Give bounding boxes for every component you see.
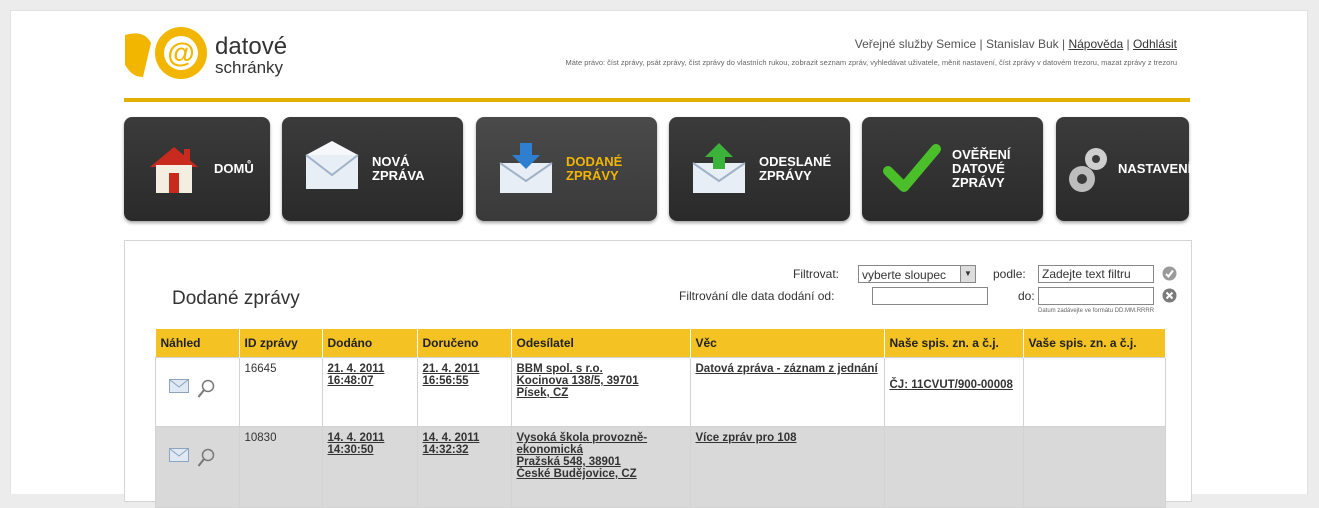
nav-inbox[interactable]: Dodané zprávy bbox=[476, 117, 657, 221]
envelope-icon[interactable] bbox=[169, 448, 189, 462]
to-label: do: bbox=[1018, 289, 1035, 303]
sender-name[interactable]: BBM spol. s r.o. bbox=[517, 363, 603, 375]
sender-city[interactable]: České Budějovice, CZ bbox=[517, 468, 637, 480]
clear-filter-icon[interactable] bbox=[1162, 288, 1177, 303]
col-id[interactable]: ID zprávy bbox=[239, 329, 323, 358]
delivered-time[interactable]: 14:30:50 bbox=[328, 444, 374, 456]
sender-city[interactable]: Písek, CZ bbox=[517, 387, 569, 399]
received-date[interactable]: 14. 4. 2011 bbox=[423, 432, 480, 444]
chevron-down-icon[interactable]: ▼ bbox=[960, 266, 975, 282]
table-row[interactable]: 16645 21. 4. 2011 16:48:07 21. 4. 2011 16:… bbox=[155, 357, 1166, 427]
your-ref-cell bbox=[1022, 426, 1166, 508]
magnifier-icon[interactable] bbox=[197, 379, 215, 399]
delivered-cell[interactable]: 21. 4. 2011 16:48:07 bbox=[321, 357, 418, 427]
sender-name[interactable]: Vysoká škola provozně-ekonomická bbox=[517, 432, 648, 456]
date-format-hint: Datum zadávejte ve formátu DD.MM.RRRR bbox=[1038, 308, 1155, 314]
inbox-panel: Dodané zprávy Filtrovat: vyberte sloupec… bbox=[124, 240, 1192, 508]
sender-address[interactable]: Kocinova 138/5, 39701 bbox=[517, 375, 639, 387]
at-logo-icon: @ bbox=[125, 27, 207, 79]
delivered-time[interactable]: 16:48:07 bbox=[328, 375, 374, 387]
col-preview[interactable]: Náhled bbox=[155, 329, 240, 358]
received-cell[interactable]: 14. 4. 2011 14:32:32 bbox=[416, 426, 512, 508]
received-date[interactable]: 21. 4. 2011 bbox=[423, 363, 480, 375]
sender-cell[interactable]: BBM spol. s r.o. Kocinova 138/5, 39701 Pís… bbox=[510, 357, 691, 427]
col-sender[interactable]: Odesílatel bbox=[511, 329, 691, 358]
filter-column-select[interactable]: vyberte sloupec ▼ bbox=[858, 265, 976, 283]
sender-address[interactable]: Pražská 548, 38901 bbox=[517, 456, 621, 468]
svg-text:@: @ bbox=[167, 37, 194, 68]
checkmark-icon bbox=[883, 144, 941, 192]
nav-verify[interactable]: Ověření datové zprávy bbox=[862, 117, 1043, 221]
received-time[interactable]: 16:56:55 bbox=[423, 375, 469, 387]
filter-text-placeholder: Zadejte text filtru bbox=[1042, 267, 1131, 281]
delivered-cell[interactable]: 14. 4. 2011 14:30:50 bbox=[321, 426, 418, 508]
nav-new-message[interactable]: Nová zpráva bbox=[282, 117, 463, 221]
filter-label: Filtrovat: bbox=[793, 267, 840, 281]
delivered-date[interactable]: 21. 4. 2011 bbox=[328, 363, 385, 375]
nav-settings[interactable]: Nastavení bbox=[1056, 117, 1192, 221]
org-name: Veřejné služby Semice bbox=[854, 37, 977, 51]
subject-link[interactable]: Více zpráv pro 108 bbox=[696, 432, 797, 444]
filter-text-input[interactable]: Zadejte text filtru bbox=[1038, 265, 1154, 283]
subject-link[interactable]: Datová zpráva - záznam z jednání bbox=[696, 363, 878, 375]
nav-new-message-label: Nová zpráva bbox=[372, 154, 425, 183]
nav-verify-label: Ověření datové zprávy bbox=[952, 147, 1011, 190]
sender-cell[interactable]: Vysoká škola provozně-ekonomická Pražská … bbox=[510, 426, 691, 508]
col-received[interactable]: Doručeno bbox=[417, 329, 512, 358]
user-rights: Máte právo: číst zprávy, psát zprávy, čí… bbox=[565, 58, 1178, 67]
page: @ datové schránky Veřejné služby Semice … bbox=[10, 10, 1308, 508]
your-ref-cell bbox=[1022, 357, 1166, 427]
date-filter-label: Filtrování dle data dodání od: bbox=[679, 289, 835, 303]
help-link[interactable]: Nápověda bbox=[1068, 37, 1123, 51]
date-to-input[interactable] bbox=[1038, 287, 1154, 305]
new-message-icon bbox=[305, 141, 359, 189]
apply-filter-icon[interactable] bbox=[1162, 266, 1177, 281]
preview-cell bbox=[155, 426, 240, 508]
top-links: Veřejné služby Semice | Stanislav Buk | … bbox=[854, 37, 1177, 51]
table-row[interactable]: 10830 14. 4. 2011 14:30:50 14. 4. 2011 14:… bbox=[155, 426, 1166, 508]
user-name: Stanislav Buk bbox=[985, 37, 1059, 51]
nav-sent[interactable]: Odeslané zprávy bbox=[669, 117, 850, 221]
filter-column-value: vyberte sloupec bbox=[862, 268, 947, 282]
logout-link[interactable]: Odhlásit bbox=[1133, 37, 1177, 51]
nav-inbox-label: Dodané zprávy bbox=[566, 154, 623, 183]
magnifier-icon[interactable] bbox=[197, 448, 215, 468]
delivered-date[interactable]: 14. 4. 2011 bbox=[328, 432, 385, 444]
subject-cell[interactable]: Více zpráv pro 108 bbox=[689, 426, 885, 508]
subject-cell[interactable]: Datová zpráva - záznam z jednání bbox=[689, 357, 885, 427]
date-from-input[interactable] bbox=[872, 287, 988, 305]
by-label: podle: bbox=[993, 267, 1026, 281]
our-ref-link[interactable]: ČJ: 11CVUT/900-00008 bbox=[890, 379, 1013, 391]
received-cell[interactable]: 21. 4. 2011 16:56:55 bbox=[416, 357, 512, 427]
home-icon bbox=[150, 147, 198, 193]
nav-sent-label: Odeslané zprávy bbox=[759, 154, 832, 183]
logo[interactable]: @ datové schránky bbox=[121, 25, 321, 85]
inbox-icon bbox=[499, 143, 553, 193]
preview-cell bbox=[155, 357, 240, 427]
col-delivered[interactable]: Dodáno bbox=[322, 329, 418, 358]
col-subject[interactable]: Věc bbox=[690, 329, 885, 358]
table-header-row: Náhled ID zprávy Dodáno Doručeno Odesíla… bbox=[155, 329, 1166, 358]
nav-home[interactable]: Domů bbox=[124, 117, 270, 221]
gear-icon bbox=[1069, 148, 1107, 192]
message-id: 10830 bbox=[238, 426, 323, 508]
our-ref-cell[interactable]: ČJ: 11CVUT/900-00008 bbox=[883, 357, 1024, 427]
messages-table: Náhled ID zprávy Dodáno Doručeno Odesíla… bbox=[155, 329, 1166, 508]
nav-home-label: Domů bbox=[214, 161, 254, 176]
logo-text-line2: schránky bbox=[215, 58, 284, 77]
col-your-ref[interactable]: Vaše spis. zn. a č.j. bbox=[1023, 329, 1166, 358]
sent-icon bbox=[692, 143, 746, 193]
header-divider bbox=[124, 98, 1190, 102]
our-ref-cell bbox=[883, 426, 1024, 508]
received-time[interactable]: 14:32:32 bbox=[423, 444, 469, 456]
envelope-icon[interactable] bbox=[169, 379, 189, 393]
nav-settings-label: Nastavení bbox=[1118, 161, 1192, 176]
logo-text-line1: datové bbox=[215, 33, 288, 60]
message-id: 16645 bbox=[238, 357, 323, 427]
col-our-ref[interactable]: Naše spis. zn. a č.j. bbox=[884, 329, 1024, 358]
page-title: Dodané zprávy bbox=[172, 288, 300, 309]
